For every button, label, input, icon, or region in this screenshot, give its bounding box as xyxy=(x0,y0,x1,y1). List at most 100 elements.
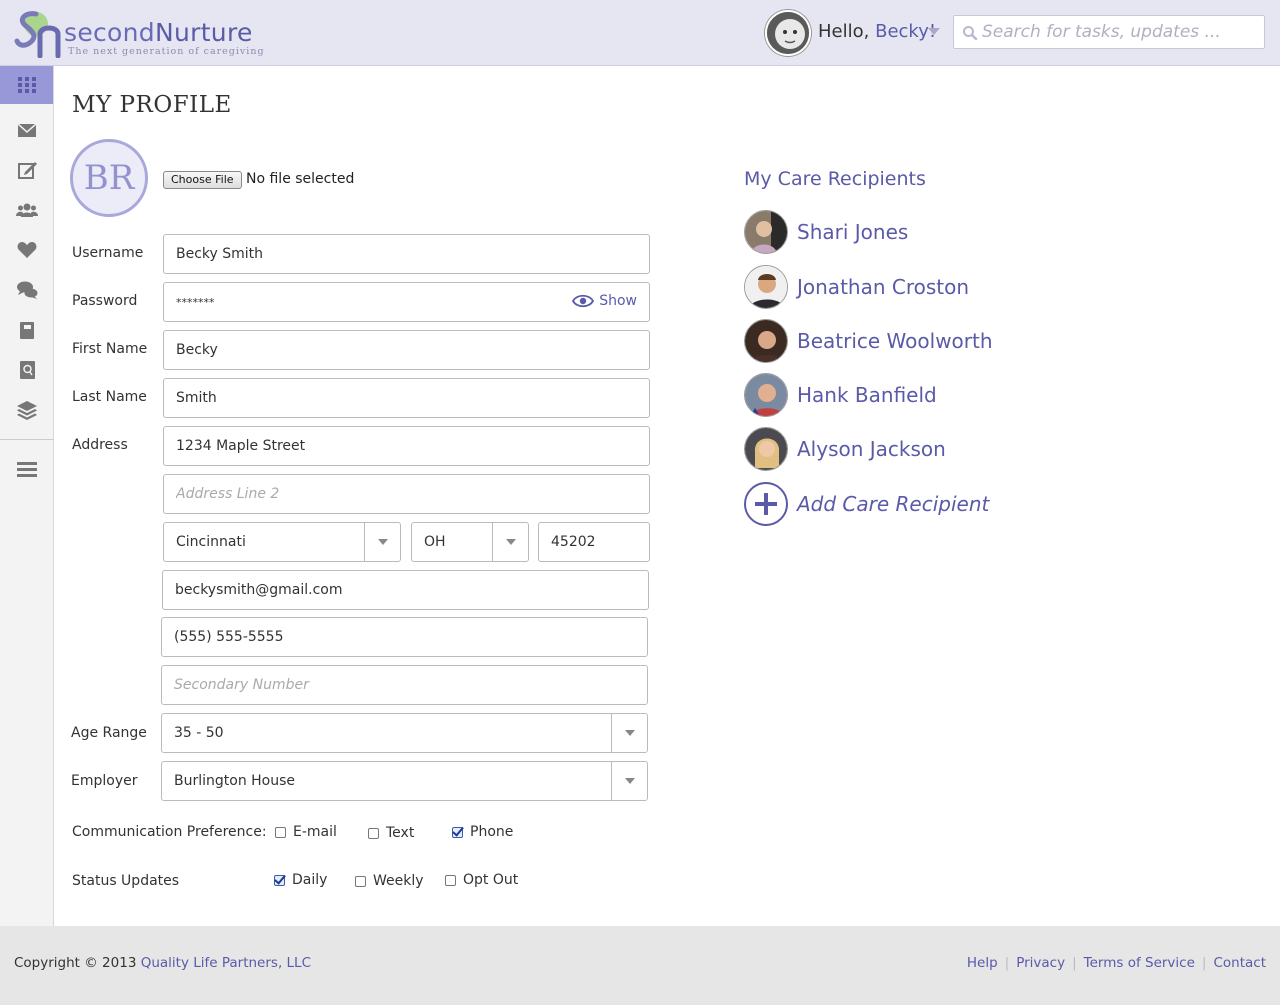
profile-initials-avatar: BR xyxy=(70,139,148,217)
sidebar-item-team[interactable] xyxy=(0,191,53,229)
checkbox-checked-icon[interactable] xyxy=(452,826,463,838)
status-weekly-checkbox[interactable]: Weekly xyxy=(355,873,424,889)
comm-pref-label: Communication Preference: xyxy=(72,824,267,840)
checkbox-icon[interactable] xyxy=(445,874,456,886)
last-name-label: Last Name xyxy=(72,389,147,405)
sidebar-divider xyxy=(0,439,53,440)
search-icon xyxy=(963,26,978,41)
password-label: Password xyxy=(72,293,138,309)
footer-link-terms[interactable]: Terms of Service xyxy=(1084,955,1195,971)
employer-label: Employer xyxy=(71,773,138,789)
checkbox-checked-icon[interactable] xyxy=(274,874,285,886)
sidebar-item-notes[interactable] xyxy=(0,151,53,189)
care-recipient-item[interactable]: Beatrice Woolworth xyxy=(744,318,993,364)
contacts-icon xyxy=(19,361,35,379)
username-label: Username xyxy=(72,245,144,261)
search-input[interactable] xyxy=(982,20,1258,44)
password-field[interactable]: ******* Show xyxy=(163,282,650,322)
app-logo[interactable]: secondNurture The next generation of car… xyxy=(14,10,264,60)
age-range-select[interactable]: 35 - 50 xyxy=(161,713,648,753)
footer-link-help[interactable]: Help xyxy=(967,955,998,971)
user-menu-caret-icon[interactable] xyxy=(928,28,940,35)
secondary-phone-field[interactable]: Secondary Number xyxy=(161,665,648,705)
edit-icon xyxy=(17,162,37,179)
chat-icon xyxy=(16,281,37,299)
username-field[interactable]: Becky Smith xyxy=(163,234,650,274)
user-avatar[interactable] xyxy=(765,10,811,56)
add-care-recipient-button[interactable]: Add Care Recipient xyxy=(744,481,989,527)
status-daily-checkbox[interactable]: Daily xyxy=(274,872,327,888)
care-recipients-title: My Care Recipients xyxy=(744,168,926,190)
eye-icon xyxy=(572,294,595,308)
checkbox-icon[interactable] xyxy=(368,827,379,839)
sidebar-item-journal[interactable] xyxy=(0,311,53,349)
sidebar-item-dashboard[interactable] xyxy=(0,66,53,104)
avatar xyxy=(744,210,788,254)
checkbox-icon[interactable] xyxy=(275,826,286,838)
comm-text-checkbox[interactable]: Text xyxy=(368,825,414,841)
file-status-text: No file selected xyxy=(246,171,355,187)
heart-icon xyxy=(17,242,36,258)
copyright-text: Copyright © 2013 Quality Life Partners, … xyxy=(14,955,312,971)
email-field[interactable]: beckysmith@gmail.com xyxy=(162,570,649,610)
status-optout-checkbox[interactable]: Opt Out xyxy=(445,872,518,888)
layers-icon xyxy=(16,401,37,420)
first-name-field[interactable]: Becky xyxy=(163,330,650,370)
chevron-down-icon[interactable] xyxy=(364,522,401,562)
chevron-down-icon[interactable] xyxy=(611,761,648,801)
footer-link-contact[interactable]: Contact xyxy=(1213,955,1266,971)
comm-phone-checkbox[interactable]: Phone xyxy=(452,824,513,840)
avatar xyxy=(744,265,788,309)
chevron-down-icon[interactable] xyxy=(611,713,648,753)
employer-select[interactable]: Burlington House xyxy=(161,761,648,801)
footer-links: Help | Privacy | Terms of Service | Contact xyxy=(966,955,1266,971)
phone-field[interactable]: (555) 555-5555 xyxy=(161,617,648,657)
group-icon xyxy=(15,203,38,217)
footer: Copyright © 2013 Quality Life Partners, … xyxy=(0,926,1280,1005)
first-name-label: First Name xyxy=(72,341,148,357)
comm-email-checkbox[interactable]: E-mail xyxy=(275,824,337,840)
avatar xyxy=(744,373,788,417)
address-label: Address xyxy=(72,437,128,453)
city-select[interactable]: Cincinnati xyxy=(163,522,401,562)
address-line2-field[interactable]: Address Line 2 xyxy=(163,474,650,514)
user-greeting[interactable]: Hello, Becky! xyxy=(818,21,936,42)
checkbox-icon[interactable] xyxy=(355,875,366,887)
logo-name: secondNurture xyxy=(64,18,253,47)
state-select[interactable]: OH xyxy=(411,522,529,562)
sidebar-item-chat[interactable] xyxy=(0,271,53,309)
plus-circle-icon[interactable] xyxy=(744,482,788,526)
address-line1-field[interactable]: 1234 Maple Street xyxy=(163,426,650,466)
footer-link-privacy[interactable]: Privacy xyxy=(1016,955,1065,971)
last-name-field[interactable]: Smith xyxy=(163,378,650,418)
sidebar-item-messages[interactable] xyxy=(0,111,53,149)
main-content: MY PROFILE BR Choose File No file select… xyxy=(54,66,1280,926)
status-updates-label: Status Updates xyxy=(72,873,180,889)
menu-icon xyxy=(16,462,37,477)
sidebar-item-care[interactable] xyxy=(0,231,53,269)
avatar xyxy=(744,427,788,471)
sidebar-item-menu[interactable] xyxy=(0,450,53,488)
logo-tagline: The next generation of caregiving xyxy=(68,46,265,57)
baby-photo-icon xyxy=(767,12,809,54)
chevron-down-icon[interactable] xyxy=(492,522,529,562)
page-title: MY PROFILE xyxy=(72,92,232,118)
care-recipient-item[interactable]: Shari Jones xyxy=(744,209,908,255)
age-range-label: Age Range xyxy=(71,725,147,741)
logo-mark-icon xyxy=(14,11,61,58)
grid-icon xyxy=(17,77,36,93)
search-box[interactable] xyxy=(953,15,1265,49)
sidebar-item-resources[interactable] xyxy=(0,391,53,429)
mail-icon xyxy=(17,123,36,137)
app-header: secondNurture The next generation of car… xyxy=(0,0,1280,66)
choose-file-button[interactable]: Choose File xyxy=(163,171,242,189)
sidebar-item-directory[interactable] xyxy=(0,351,53,389)
avatar xyxy=(744,319,788,363)
zip-field[interactable]: 45202 xyxy=(538,522,650,562)
care-recipient-item[interactable]: Alyson Jackson xyxy=(744,426,946,472)
show-password-toggle[interactable]: Show xyxy=(572,293,637,309)
company-link[interactable]: Quality Life Partners, LLC xyxy=(141,955,311,971)
care-recipient-item[interactable]: Jonathan Croston xyxy=(744,264,969,310)
care-recipient-item[interactable]: Hank Banfield xyxy=(744,372,937,418)
book-icon xyxy=(19,322,34,339)
